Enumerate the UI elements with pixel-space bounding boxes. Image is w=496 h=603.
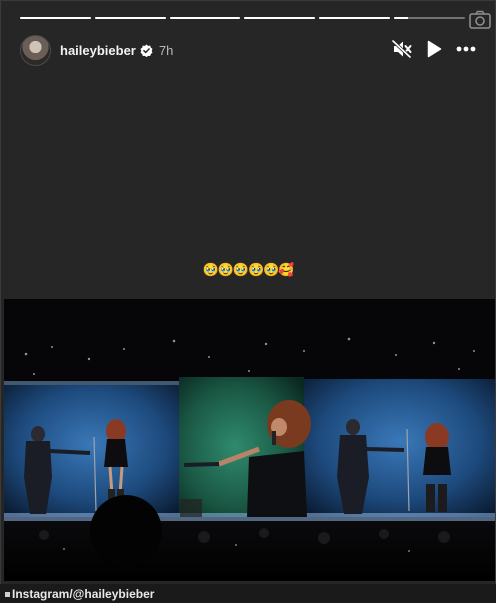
play-icon[interactable] <box>426 40 442 58</box>
credit-text: Instagram/@haileybieber <box>12 587 155 601</box>
story-progress-bar <box>20 17 465 20</box>
story-progress-fill <box>169 17 241 19</box>
username[interactable]: haileybieber <box>60 43 136 58</box>
story-progress-segment <box>169 17 241 19</box>
story-progress-segment <box>394 17 465 19</box>
instagram-icon <box>5 592 10 598</box>
story-progress-segment <box>20 17 91 19</box>
avatar[interactable] <box>20 34 51 66</box>
speaker-muted-icon[interactable] <box>392 40 412 58</box>
story-progress-fill <box>394 17 409 19</box>
story-progress-fill <box>94 17 166 19</box>
story-photo <box>4 299 495 581</box>
post-time: 7h <box>158 42 174 58</box>
story-progress-segment <box>319 17 391 19</box>
photo-credit: Instagram/@haileybieber <box>0 584 496 603</box>
story-progress-fill <box>244 17 316 19</box>
story-progress-segment <box>94 17 166 19</box>
story-progress-fill <box>20 17 91 19</box>
story-progress-fill <box>319 17 391 19</box>
story-header: haileybieber 7h <box>20 34 476 66</box>
camera-icon[interactable] <box>468 9 492 31</box>
story-progress-segment <box>244 17 316 19</box>
story-caption: 🥹🥹🥹🥹🥹🥰 <box>202 262 294 277</box>
more-horizontal-icon[interactable] <box>456 46 476 52</box>
verified-badge-icon <box>140 44 153 57</box>
story-controls <box>392 40 476 58</box>
